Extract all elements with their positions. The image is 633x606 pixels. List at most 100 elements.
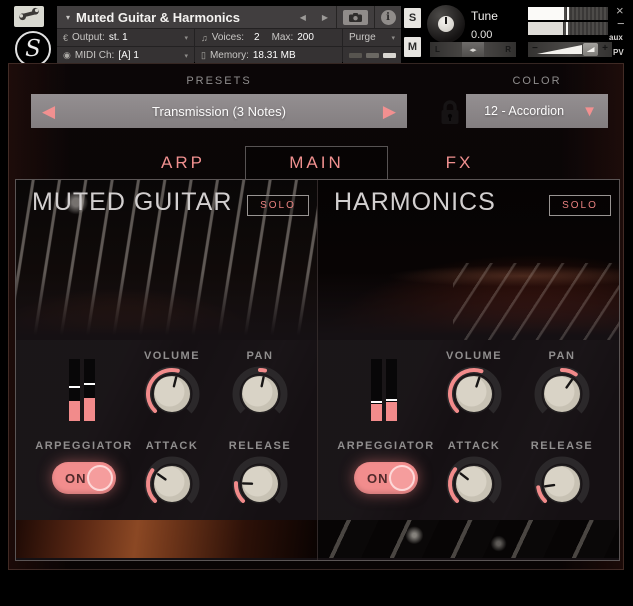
mute-letter: M [408, 41, 417, 53]
channel-title: MUTED GUITAR [32, 188, 232, 217]
preset-selector[interactable]: ◀ Transmission (3 Notes) ▶ [31, 94, 407, 128]
max-label: Max: [272, 32, 294, 43]
solo-label: SOLO [562, 200, 598, 211]
release-knob[interactable] [229, 453, 291, 520]
channel-controls: VOLUME PAN A [318, 340, 619, 520]
channel-meters [69, 359, 95, 421]
arpeggiator-toggle[interactable]: ON [354, 462, 418, 494]
snapshot-camera-button[interactable] [343, 10, 368, 25]
attack-knob[interactable] [141, 453, 203, 520]
memory-value: 18.31 MB [253, 50, 296, 61]
volume-knob[interactable] [443, 363, 505, 430]
tune-label: Tune [471, 9, 498, 23]
arpeggiator-label: ARPEGGIATOR [35, 440, 132, 452]
output-selector[interactable]: € Output: st. 1 ▾ [57, 29, 194, 46]
volume-knob[interactable] [141, 363, 203, 430]
arpeggiator-toggle[interactable]: ON [52, 462, 116, 494]
wrench-icon [18, 7, 40, 26]
output-label: Output: [72, 32, 105, 43]
color-dropdown[interactable]: 12 - Accordion ▼ [466, 94, 608, 128]
arpeggiator-label: ARPEGGIATOR [337, 440, 434, 452]
preset-next-icon[interactable]: ▶ [383, 103, 396, 120]
tune-value: 0.00 [471, 29, 492, 41]
tune-knob[interactable] [427, 5, 465, 43]
color-value: 12 - Accordion [466, 104, 582, 118]
toggle-knob [87, 465, 113, 491]
memory-icon: ▯ [201, 50, 206, 61]
pan-knob[interactable] [531, 363, 593, 430]
purge-meter-cell [343, 47, 401, 64]
volume-label: VOLUME [446, 350, 502, 362]
prev-instrument-icon[interactable]: ◀ [292, 6, 314, 28]
main-tab-content: MUTED GUITAR SOLO VOLUME [15, 179, 620, 561]
attack-label: ATTACK [448, 440, 501, 452]
channel-title: HARMONICS [334, 188, 496, 217]
edit-wrench-button[interactable] [14, 6, 44, 27]
volume-handle[interactable] [583, 43, 598, 56]
tab-fx[interactable]: FX [388, 146, 531, 179]
solo-button[interactable]: SOLO [247, 195, 309, 216]
meter-bar [371, 359, 382, 421]
solo-button[interactable]: SOLO [549, 195, 611, 216]
attack-knob[interactable] [443, 453, 505, 520]
instrument-title-bar: ▾ Muted Guitar & Harmonics ◀ ▶ i [57, 6, 401, 28]
midi-label: MIDI Ch: [75, 50, 114, 61]
release-knob[interactable] [531, 453, 593, 520]
presets-section-label: PRESETS [31, 75, 407, 87]
color-section-label: COLOR [466, 75, 608, 87]
release-label: RELEASE [531, 440, 593, 452]
pv-button[interactable]: PV [613, 48, 624, 57]
tab-arp[interactable]: ARP [121, 146, 245, 179]
info-button[interactable]: i [375, 6, 401, 28]
midi-channel-selector[interactable]: ◉ MIDI Ch: [A] 1 ▾ [57, 47, 194, 64]
pan-label: PAN [549, 350, 576, 362]
preset-prev-icon[interactable]: ◀ [42, 103, 55, 120]
strings-overlay [453, 263, 619, 340]
level-meter-left [528, 7, 608, 20]
purge-menu[interactable]: Purge ▾ [343, 29, 401, 46]
toggle-knob [389, 465, 415, 491]
instrument-header: ▾ Muted Guitar & Harmonics ◀ ▶ i [57, 6, 401, 62]
release-label: RELEASE [229, 440, 291, 452]
tab-main[interactable]: MAIN [245, 146, 388, 179]
solo-button-header[interactable]: S [404, 8, 421, 28]
kontakt-window: S ▾ Muted Guitar & Harmonics ◀ ▶ i [0, 0, 633, 606]
pan-left-label: L [435, 45, 440, 54]
muted-guitar-photo-strip [16, 520, 317, 558]
midi-value: [A] 1 [118, 50, 139, 61]
volume-label: VOLUME [144, 350, 200, 362]
aux-button[interactable]: aux [609, 33, 623, 42]
tab-label: ARP [161, 153, 205, 173]
chevron-down-icon: ▾ [391, 34, 395, 42]
camera-icon [349, 13, 362, 22]
instrument-title: Muted Guitar & Harmonics [76, 10, 240, 25]
instrument-panel: PRESETS ◀ Transmission (3 Notes) ▶ COLOR… [8, 63, 624, 570]
pan-label: PAN [247, 350, 274, 362]
load-bar [383, 53, 396, 58]
next-instrument-icon[interactable]: ▶ [314, 6, 336, 28]
purge-load-bars [349, 53, 396, 58]
pan-knob[interactable] [229, 363, 291, 430]
logo-letter: S [25, 36, 41, 62]
level-meter-right [528, 22, 608, 35]
pan-control[interactable]: L R ◂▸ [430, 42, 516, 57]
lock-button[interactable] [438, 99, 462, 126]
minimize-button[interactable]: − [617, 16, 625, 31]
pan-right-label: R [505, 45, 511, 54]
volume-minus-label: − [532, 43, 538, 54]
library-logo: S [15, 31, 51, 67]
volume-slider[interactable]: − + [528, 42, 612, 57]
collapse-caret-icon[interactable]: ▾ [66, 13, 70, 22]
preset-value[interactable]: Transmission (3 Notes) [55, 104, 383, 119]
volume-plus-label: + [602, 43, 608, 54]
memory-label: Memory: [210, 50, 249, 61]
load-bar [349, 53, 362, 58]
mute-button-header[interactable]: M [404, 37, 421, 57]
chevron-down-icon: ▾ [184, 34, 188, 42]
channel-muted-guitar: MUTED GUITAR SOLO VOLUME [16, 180, 317, 560]
tune-knob-pointer [445, 17, 447, 24]
voices-label: Voices: [212, 32, 244, 43]
pan-handle[interactable]: ◂▸ [462, 42, 484, 57]
meter-bar [84, 359, 95, 421]
info-icon: i [381, 10, 396, 25]
